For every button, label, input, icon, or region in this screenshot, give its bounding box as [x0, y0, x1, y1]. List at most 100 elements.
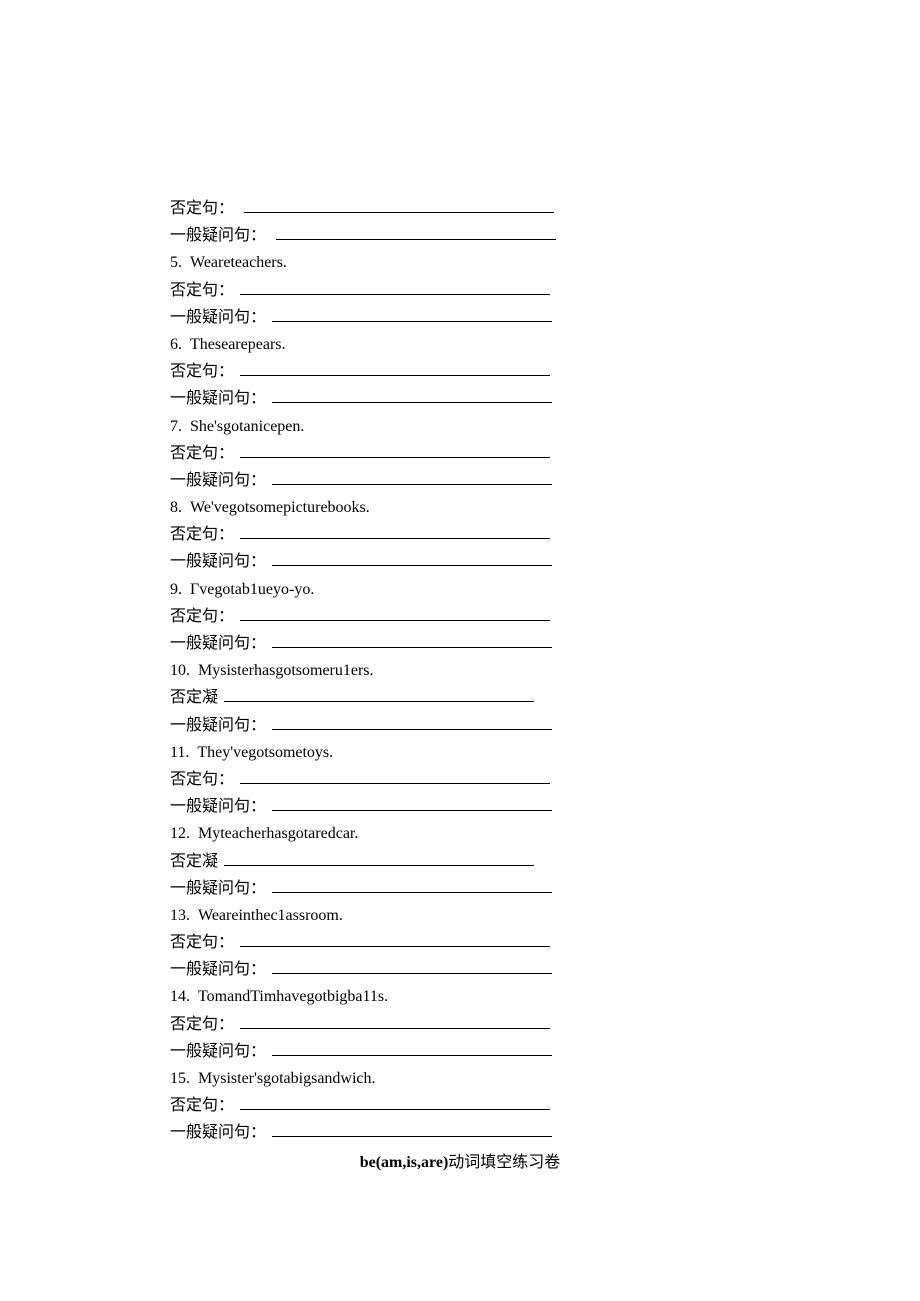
- gen-label: 一般疑问句：: [170, 1043, 266, 1060]
- neg-line: 否定句：: [170, 521, 750, 548]
- blank: [272, 714, 552, 729]
- question-number: 12.: [170, 825, 198, 842]
- gen-line: 一般疑问句：: [170, 467, 750, 494]
- gen-label: 一般疑问句：: [170, 880, 266, 897]
- question-number: 14.: [170, 988, 198, 1005]
- neg-line: 否定句：: [170, 1092, 750, 1119]
- question-number: 10.: [170, 662, 198, 679]
- question-line: 11. They'vegotsometoys.: [170, 739, 750, 766]
- question-line: 9. Γvegotab1ueyo-yo.: [170, 576, 750, 603]
- question-text: She'sgotanicepen.: [190, 418, 304, 435]
- question-line: 7. She'sgotanicepen.: [170, 413, 750, 440]
- blank: [244, 198, 554, 213]
- question-text: Weareinthec1assroom.: [198, 907, 343, 924]
- neg-label: 否定句：: [170, 1016, 234, 1033]
- gen-label: 一般疑问句：: [170, 961, 266, 978]
- gen-line: 一般疑问句：: [170, 1038, 750, 1065]
- blank: [240, 605, 550, 620]
- document-page: 否定句： 一般疑问句： 5. Weareteachers. 否定句： 一般疑问句： 6…: [0, 0, 920, 1176]
- neg-label: 否定句：: [170, 1097, 234, 1114]
- neg-label: 否定凝: [170, 689, 218, 706]
- neg-label: 否定句：: [170, 200, 234, 217]
- blank: [224, 850, 534, 865]
- gen-line: 一般疑问句：: [170, 956, 750, 983]
- gen-line: 一般疑问句：: [170, 1119, 750, 1146]
- question-line: 5. Weareteachers.: [170, 249, 750, 276]
- neg-label: 否定句：: [170, 363, 234, 380]
- blank: [240, 279, 550, 294]
- gen-label: 一般疑问句：: [170, 390, 266, 407]
- blank: [240, 1013, 550, 1028]
- blank: [272, 1122, 552, 1137]
- neg-line: 否定句：: [170, 440, 750, 467]
- neg-line: 否定句：: [170, 358, 750, 385]
- question-number: 9.: [170, 581, 190, 598]
- question-line: 6. Thesearepears.: [170, 331, 750, 358]
- blank: [240, 932, 550, 947]
- gen-line: 一般疑问句：: [170, 875, 750, 902]
- neg-label: 否定凝: [170, 853, 218, 870]
- question-text: Myteacherhasgotaredcar.: [198, 825, 358, 842]
- neg-label: 否定句：: [170, 934, 234, 951]
- neg-label: 否定句：: [170, 526, 234, 543]
- neg-label: 否定句：: [170, 771, 234, 788]
- gen-label: 一般疑问句：: [170, 472, 266, 489]
- gen-line: 一般疑问句：: [170, 712, 750, 739]
- items-container: 5. Weareteachers. 否定句： 一般疑问句： 6. Thesearepe…: [170, 249, 750, 1146]
- blank: [272, 796, 552, 811]
- gen-line: 一般疑问句：: [170, 222, 750, 249]
- neg-label: 否定句：: [170, 282, 234, 299]
- blank: [240, 442, 550, 457]
- gen-line: 一般疑问句：: [170, 548, 750, 575]
- neg-line: 否定句：: [170, 766, 750, 793]
- question-number: 11.: [170, 744, 197, 761]
- gen-label: 一般疑问句：: [170, 227, 266, 244]
- question-text: Mysister'sgotabigsandwich.: [198, 1070, 376, 1087]
- gen-label: 一般疑问句：: [170, 1124, 266, 1141]
- neg-label: 否定句：: [170, 608, 234, 625]
- blank: [276, 225, 556, 240]
- gen-label: 一般疑问句：: [170, 309, 266, 326]
- blank: [272, 388, 552, 403]
- question-number: 5.: [170, 254, 190, 271]
- section-title: be(am,is,are)动词填空练习卷: [170, 1149, 750, 1176]
- gen-line: 一般疑问句：: [170, 304, 750, 331]
- neg-line: 否定凝: [170, 848, 750, 875]
- question-text: Thesearepears.: [190, 336, 286, 353]
- question-text: Weareteachers.: [190, 254, 287, 271]
- gen-line: 一般疑问句：: [170, 385, 750, 412]
- question-text: Mysisterhasgotsomeru1ers.: [198, 662, 374, 679]
- gen-label: 一般疑问句：: [170, 717, 266, 734]
- question-number: 6.: [170, 336, 190, 353]
- question-text: They'vegotsometoys.: [197, 744, 333, 761]
- question-text: We'vegotsomepicturebooks.: [190, 499, 370, 516]
- neg-line: 否定句：: [170, 277, 750, 304]
- gen-label: 一般疑问句：: [170, 553, 266, 570]
- question-number: 8.: [170, 499, 190, 516]
- blank: [272, 633, 552, 648]
- blank: [240, 1095, 550, 1110]
- blank: [240, 524, 550, 539]
- gen-label: 一般疑问句：: [170, 635, 266, 652]
- question-line: 15. Mysister'sgotabigsandwich.: [170, 1065, 750, 1092]
- blank: [272, 1040, 552, 1055]
- neg-line: 否定句：: [170, 195, 750, 222]
- neg-label: 否定句：: [170, 445, 234, 462]
- blank: [272, 469, 552, 484]
- gen-line: 一般疑问句：: [170, 793, 750, 820]
- question-line: 8. We'vegotsomepicturebooks.: [170, 494, 750, 521]
- question-text: TomandTimhavegotbigba11s.: [198, 988, 388, 1005]
- blank: [224, 687, 534, 702]
- question-line: 12. Myteacherhasgotaredcar.: [170, 820, 750, 847]
- gen-line: 一般疑问句：: [170, 630, 750, 657]
- question-number: 15.: [170, 1070, 198, 1087]
- question-line: 13. Weareinthec1assroom.: [170, 902, 750, 929]
- neg-line: 否定句：: [170, 1011, 750, 1038]
- blank: [240, 361, 550, 376]
- blank: [240, 769, 550, 784]
- question-number: 7.: [170, 418, 190, 435]
- question-text: Γvegotab1ueyo-yo.: [190, 581, 314, 598]
- question-line: 14. TomandTimhavegotbigba11s.: [170, 983, 750, 1010]
- blank: [272, 959, 552, 974]
- title-bold: be(am,is,are): [360, 1154, 449, 1171]
